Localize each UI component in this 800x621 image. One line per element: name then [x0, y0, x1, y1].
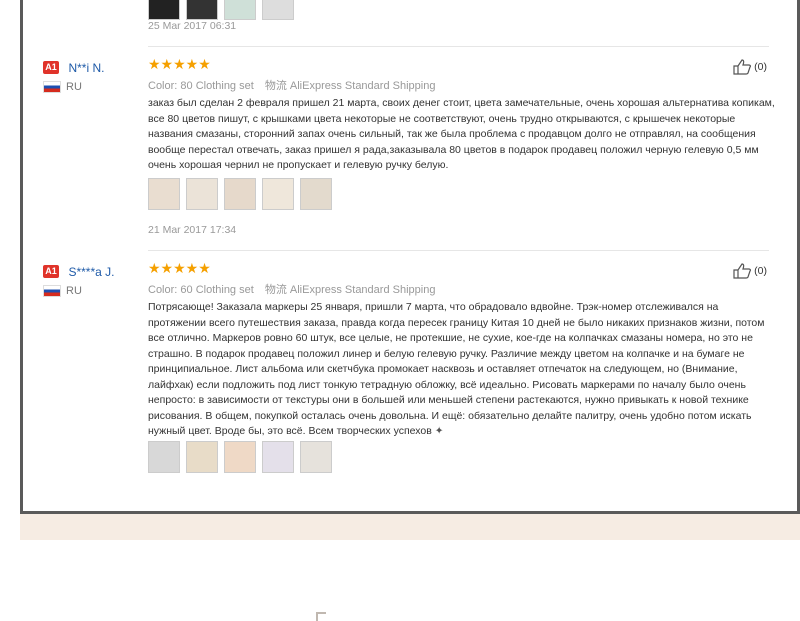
decorative-mark [316, 612, 326, 621]
order-info: Color: 80 Clothing set 物流 AliExpress Sta… [148, 77, 435, 93]
page-footer-strip [20, 514, 800, 540]
review-thumbnail[interactable] [300, 178, 332, 210]
reviewer-info: A1 N**i N. [43, 59, 104, 77]
color-option: Color: 60 Clothing set [148, 284, 254, 296]
review-thumbnail[interactable] [148, 0, 180, 20]
thumbs-up-icon [733, 263, 752, 279]
review-text-content: Потрясающе! Заказала маркеры 25 января, … [148, 301, 765, 437]
helpful-count: (0) [754, 265, 767, 277]
star-rating: ★★★★★ [148, 260, 211, 276]
color-option: Color: 80 Clothing set [148, 80, 254, 92]
review-thumbnail[interactable] [186, 441, 218, 473]
review-thumbnail[interactable] [224, 178, 256, 210]
review-thumbnail[interactable] [186, 0, 218, 20]
review-thumbnail[interactable] [148, 178, 180, 210]
review-text: заказ был сделан 2 февраля пришел 21 мар… [148, 97, 775, 171]
review-date: 21 Mar 2017 17:34 [148, 224, 237, 236]
star-rating: ★★★★★ [148, 56, 211, 72]
helpful-button[interactable]: (0) [733, 59, 767, 75]
review-thumbnail[interactable] [224, 441, 256, 473]
divider [148, 46, 769, 47]
reviewer-country: RU [43, 81, 82, 94]
review-thumbnail[interactable] [262, 0, 294, 20]
russia-flag-icon [43, 285, 61, 298]
top-review-thumbnails [148, 0, 294, 20]
review-thumbnail[interactable] [262, 441, 294, 473]
review-text: Потрясающе! Заказала маркеры 25 января, … [148, 300, 778, 440]
shipping-prefix: 物流 [264, 80, 287, 92]
helpful-button[interactable]: (0) [733, 263, 767, 279]
level-badge: A1 [43, 61, 59, 75]
review-thumbnail[interactable] [148, 441, 180, 473]
shipping-prefix: 物流 [264, 284, 287, 296]
country-code: RU [66, 285, 82, 297]
order-info: Color: 60 Clothing set 物流 AliExpress Sta… [148, 281, 435, 297]
divider [148, 250, 769, 251]
reviewer-country: RU [43, 285, 82, 298]
russia-flag-icon [43, 81, 61, 94]
review-thumbnail[interactable] [262, 178, 294, 210]
helpful-count: (0) [754, 61, 767, 73]
review-thumbnails [148, 178, 332, 210]
review-thumbnail[interactable] [300, 441, 332, 473]
reviewer-name[interactable]: N**i N. [68, 61, 104, 75]
review-date: 25 Mar 2017 06:31 [148, 20, 237, 32]
reviewer-name[interactable]: S****a J. [68, 265, 114, 279]
thumbs-up-icon [733, 59, 752, 75]
level-badge: A1 [43, 265, 59, 279]
review-thumbnail[interactable] [186, 178, 218, 210]
review-thumbnail[interactable] [224, 0, 256, 20]
shipping-method: AliExpress Standard Shipping [289, 284, 436, 296]
reviewer-info: A1 S****a J. [43, 263, 114, 281]
review-thumbnails [148, 441, 332, 473]
reviews-panel: 25 Mar 2017 06:31 A1 N**i N. RU ★★★★★ Co… [20, 0, 800, 514]
sparkle-icon: ✦ [434, 425, 444, 437]
shipping-method: AliExpress Standard Shipping [289, 80, 436, 92]
country-code: RU [66, 81, 82, 93]
